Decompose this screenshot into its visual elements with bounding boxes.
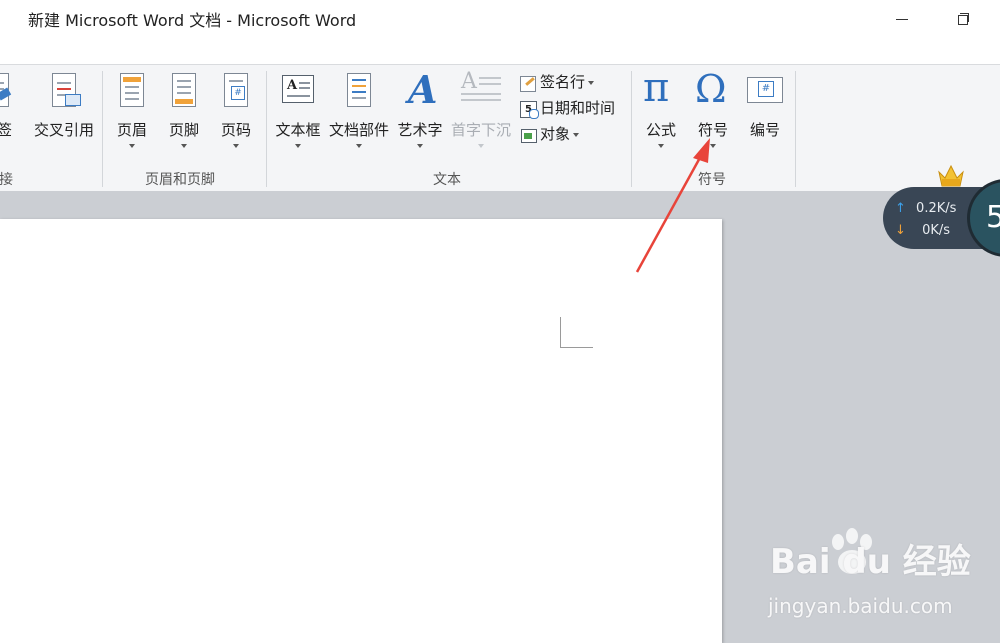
group-separator	[266, 71, 267, 187]
signature-line-icon	[519, 74, 537, 92]
date-time-label: 日期和时间	[540, 99, 616, 117]
upload-arrow-icon: ↑	[895, 201, 906, 216]
text-box-button[interactable]: A 文本框	[272, 65, 324, 165]
footer-icon	[168, 73, 200, 111]
group-separator	[631, 71, 632, 187]
group-separator	[102, 71, 103, 187]
object-button[interactable]: 对象	[519, 123, 580, 145]
drop-cap-dropdown-icon	[478, 144, 484, 148]
bookmark-button[interactable]: 书签	[0, 65, 22, 165]
word-art-dropdown-icon	[417, 144, 423, 148]
bookmark-icon	[0, 73, 13, 111]
symbol-dropdown-icon	[710, 144, 716, 148]
drop-cap-button[interactable]: A 首字下沉	[448, 65, 514, 165]
cross-reference-label: 交叉引用	[33, 121, 94, 139]
text-box-dropdown-icon	[295, 144, 301, 148]
group-separator	[795, 71, 796, 187]
symbol-button[interactable]: Ω 符号	[690, 65, 736, 165]
group-label-links: 链接	[0, 172, 13, 188]
bookmark-label: 书签	[0, 121, 12, 139]
text-box-icon: A	[282, 73, 314, 111]
vip-crown-icon[interactable]	[936, 160, 966, 190]
download-speed: 0K/s	[922, 223, 951, 238]
numbering-label: 编号	[749, 121, 780, 139]
margin-corner-mark	[560, 317, 593, 348]
signature-line-label: 签名行	[540, 73, 586, 91]
word-art-icon: A	[408, 67, 438, 112]
group-label-text: 文本	[433, 172, 461, 188]
page-number-label: 页码	[220, 121, 251, 139]
drop-cap-icon: A	[461, 69, 501, 111]
date-time-button[interactable]: 5 日期和时间	[519, 97, 615, 119]
group-label-symbols: 符号	[698, 172, 726, 188]
page-number-dropdown-icon	[233, 144, 239, 148]
cross-reference-button[interactable]: 交叉引用	[30, 65, 98, 165]
signature-line-button[interactable]: 签名行	[519, 71, 595, 93]
object-icon	[519, 126, 537, 144]
footer-button[interactable]: 页脚	[160, 65, 208, 165]
document-page[interactable]	[0, 219, 722, 643]
drop-cap-label: 首字下沉	[450, 121, 511, 139]
object-dropdown-icon	[573, 132, 580, 137]
title-bar: 新建 Microsoft Word 文档 - Microsoft Word	[0, 0, 1000, 40]
numbering-button[interactable]: # 编号	[742, 65, 788, 165]
watermark-brand: Bai du 经验	[770, 542, 971, 582]
page-number-button[interactable]: # 页码	[212, 65, 260, 165]
equation-label: 公式	[645, 121, 676, 139]
ribbon-insert-tab: 书签 交叉引用 链接 页眉 页脚 # 页码 页眉和页脚	[0, 64, 1000, 192]
header-dropdown-icon	[129, 144, 135, 148]
minimize-button[interactable]	[887, 8, 917, 30]
quick-parts-dropdown-icon	[356, 144, 362, 148]
download-arrow-icon: ↓	[895, 223, 906, 238]
header-button[interactable]: 页眉	[108, 65, 156, 165]
header-label: 页眉	[116, 121, 147, 139]
text-box-label: 文本框	[275, 121, 321, 139]
quick-parts-label: 文档部件	[328, 121, 389, 139]
watermark-url: jingyan.baidu.com	[768, 594, 953, 618]
footer-dropdown-icon	[181, 144, 187, 148]
page-number-icon: #	[220, 73, 252, 111]
numbering-icon: #	[747, 73, 783, 111]
restore-button[interactable]	[948, 8, 978, 30]
signature-line-dropdown-icon	[588, 80, 595, 85]
quick-parts-button[interactable]: 文档部件	[326, 65, 392, 165]
quick-parts-icon	[343, 73, 375, 111]
cross-reference-icon	[48, 73, 81, 111]
pi-icon: π	[643, 65, 670, 111]
date-time-icon: 5	[519, 100, 539, 119]
equation-dropdown-icon	[658, 144, 664, 148]
symbol-label: 符号	[697, 121, 728, 139]
group-label-header-footer: 页眉和页脚	[145, 172, 215, 188]
upload-speed: 0.2K/s	[916, 201, 957, 216]
object-label: 对象	[540, 125, 571, 143]
header-icon	[116, 73, 148, 111]
footer-label: 页脚	[168, 121, 199, 139]
network-speed-widget[interactable]: ↑ 0.2K/s ↓ 0K/s 5	[883, 179, 1000, 257]
word-art-label: 艺术字	[397, 121, 443, 139]
word-art-button[interactable]: A 艺术字	[394, 65, 446, 165]
speed-gauge-value: 5	[986, 200, 1000, 235]
omega-icon: Ω	[695, 67, 727, 111]
equation-button[interactable]: π 公式	[638, 65, 684, 165]
window-title: 新建 Microsoft Word 文档 - Microsoft Word	[28, 11, 357, 30]
